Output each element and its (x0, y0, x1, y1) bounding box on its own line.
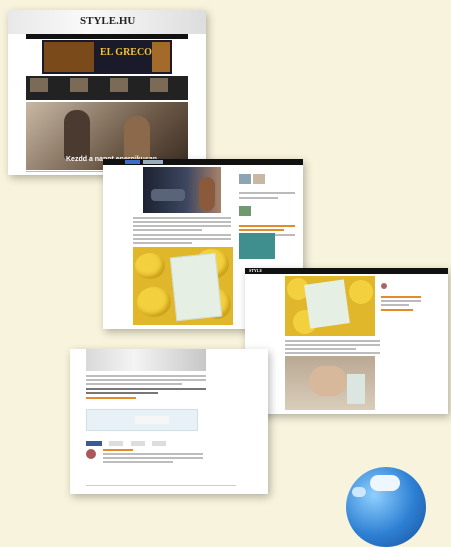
article-tiles (26, 76, 188, 100)
share-button[interactable] (109, 441, 124, 446)
tea-package (304, 279, 350, 329)
author-box (86, 449, 206, 470)
ad-title: EL GRECO (100, 47, 152, 58)
ad-image (44, 42, 94, 72)
ad-banner[interactable]: EL GRECO (42, 40, 172, 74)
author-avatar (86, 449, 96, 459)
footer-line (86, 485, 236, 490)
screenshot-homepage: STYLE.HU ••• EL GRECO Kezdd a napot ener… (8, 10, 206, 175)
globe-icon (346, 467, 426, 547)
screenshot-article-middle: STYLE (245, 268, 448, 414)
ad-pill (135, 416, 169, 424)
sidebar-ad[interactable] (239, 233, 275, 259)
globe-land (370, 475, 400, 491)
tea-cup-image (285, 356, 375, 410)
globe-land (352, 487, 366, 497)
facebook-button[interactable] (125, 160, 140, 164)
tea-package (347, 374, 365, 404)
screenshot-article-bottom (70, 349, 268, 494)
lemon-shape (349, 280, 373, 304)
sidebar (381, 276, 421, 311)
tile-thumb[interactable] (30, 78, 48, 92)
tea-package (169, 252, 223, 322)
lemons-image (285, 276, 375, 336)
tile-thumb[interactable] (110, 78, 128, 92)
ad-banner[interactable] (86, 409, 198, 431)
tile-thumb[interactable] (150, 78, 168, 92)
site-logo[interactable]: STYLE (249, 268, 262, 273)
article-text (133, 217, 231, 246)
car-ad-image[interactable] (143, 167, 221, 213)
lemon-shape (137, 287, 171, 317)
article-image (86, 349, 206, 371)
ad-person (199, 177, 215, 211)
top-bar (103, 159, 303, 165)
tile-thumb[interactable] (70, 78, 88, 92)
share-button[interactable] (152, 441, 167, 446)
lemons-image (133, 247, 233, 325)
top-bar: STYLE (245, 268, 448, 274)
facebook-share-button[interactable] (86, 441, 102, 446)
site-logo[interactable]: STYLE.HU (80, 15, 135, 27)
share-bar (86, 433, 206, 446)
hero-person-man (64, 110, 90, 160)
car-icon (151, 189, 185, 201)
share-button[interactable] (143, 160, 163, 164)
hand-shape (309, 366, 347, 396)
avatar (381, 283, 387, 289)
main-nav[interactable]: • • • (26, 34, 188, 48)
lemon-shape (135, 253, 165, 279)
article-text (86, 375, 206, 399)
share-button[interactable] (130, 441, 145, 446)
ad-image-right (152, 42, 170, 72)
site-header: STYLE.HU (8, 10, 206, 34)
